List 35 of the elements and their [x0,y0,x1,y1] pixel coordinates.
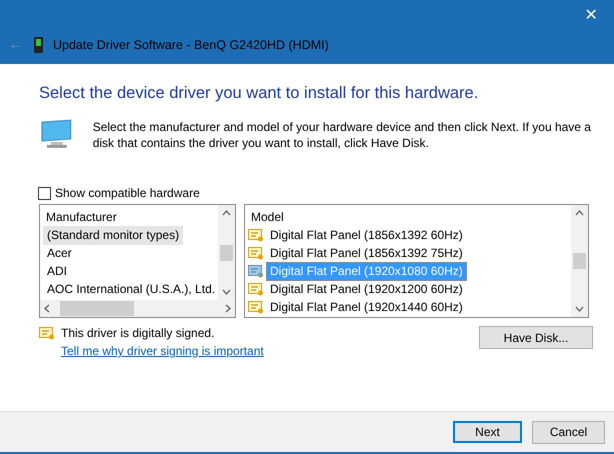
instructions-text: Select the manufacturer and model of your hardware device and then click Next. If you have a disk that contains the driver you want to install, click Have Disk. [92,119,592,151]
scrollbar-thumb[interactable] [573,253,586,269]
window-title: Update Driver Software - BenQ G2420HD (HDMI) [53,38,329,52]
vertical-scrollbar[interactable] [571,205,588,317]
scrollbar-thumb[interactable] [60,301,134,316]
monitor-icon [41,119,73,149]
vertical-scrollbar[interactable] [218,205,235,300]
column-header: Model [250,209,285,226]
list-item[interactable]: Digital Flat Panel (1920x1200 60Hz) [266,280,467,298]
scrollbar-thumb[interactable] [220,244,233,260]
have-disk-button[interactable]: Have Disk... [479,326,593,349]
monitor-certificate-icon [248,300,264,314]
list-item[interactable]: Digital Flat Panel (1856x1392 60Hz) [266,226,467,244]
close-button[interactable]: ✕ [568,0,614,30]
list-item[interactable]: Digital Flat Panel (1856x1392 75Hz) [266,244,467,262]
list-item[interactable]: AOC International (U.S.A.), Ltd. [43,280,218,298]
chevron-right-icon[interactable] [225,304,231,313]
driver-signing-link[interactable]: Tell me why driver signing is important [61,344,264,358]
monitor-certificate-icon [248,228,264,242]
show-compatible-checkbox[interactable]: Show compatible hardware [38,185,593,201]
horizontal-scrollbar[interactable] [40,300,235,317]
monitor-certificate-icon [248,246,264,260]
list-item[interactable]: Acer [43,244,76,262]
list-item[interactable]: (Standard monitor types) [43,226,184,244]
page-heading: Select the device driver you want to install for this hardware. [39,84,480,103]
cancel-button[interactable]: Cancel [532,420,605,444]
list-item[interactable]: Digital Flat Panel (1920x1440 60Hz) [266,298,467,316]
monitor-certificate-icon [248,264,264,278]
list-item[interactable]: ADI [43,262,72,280]
chevron-left-icon[interactable] [44,304,50,313]
monitor-certificate-icon [248,282,264,296]
signed-message: This driver is digitally signed. [61,326,216,340]
device-icon [34,37,43,53]
next-button[interactable]: Next [453,421,522,443]
column-header: Manufacturer [45,209,118,226]
